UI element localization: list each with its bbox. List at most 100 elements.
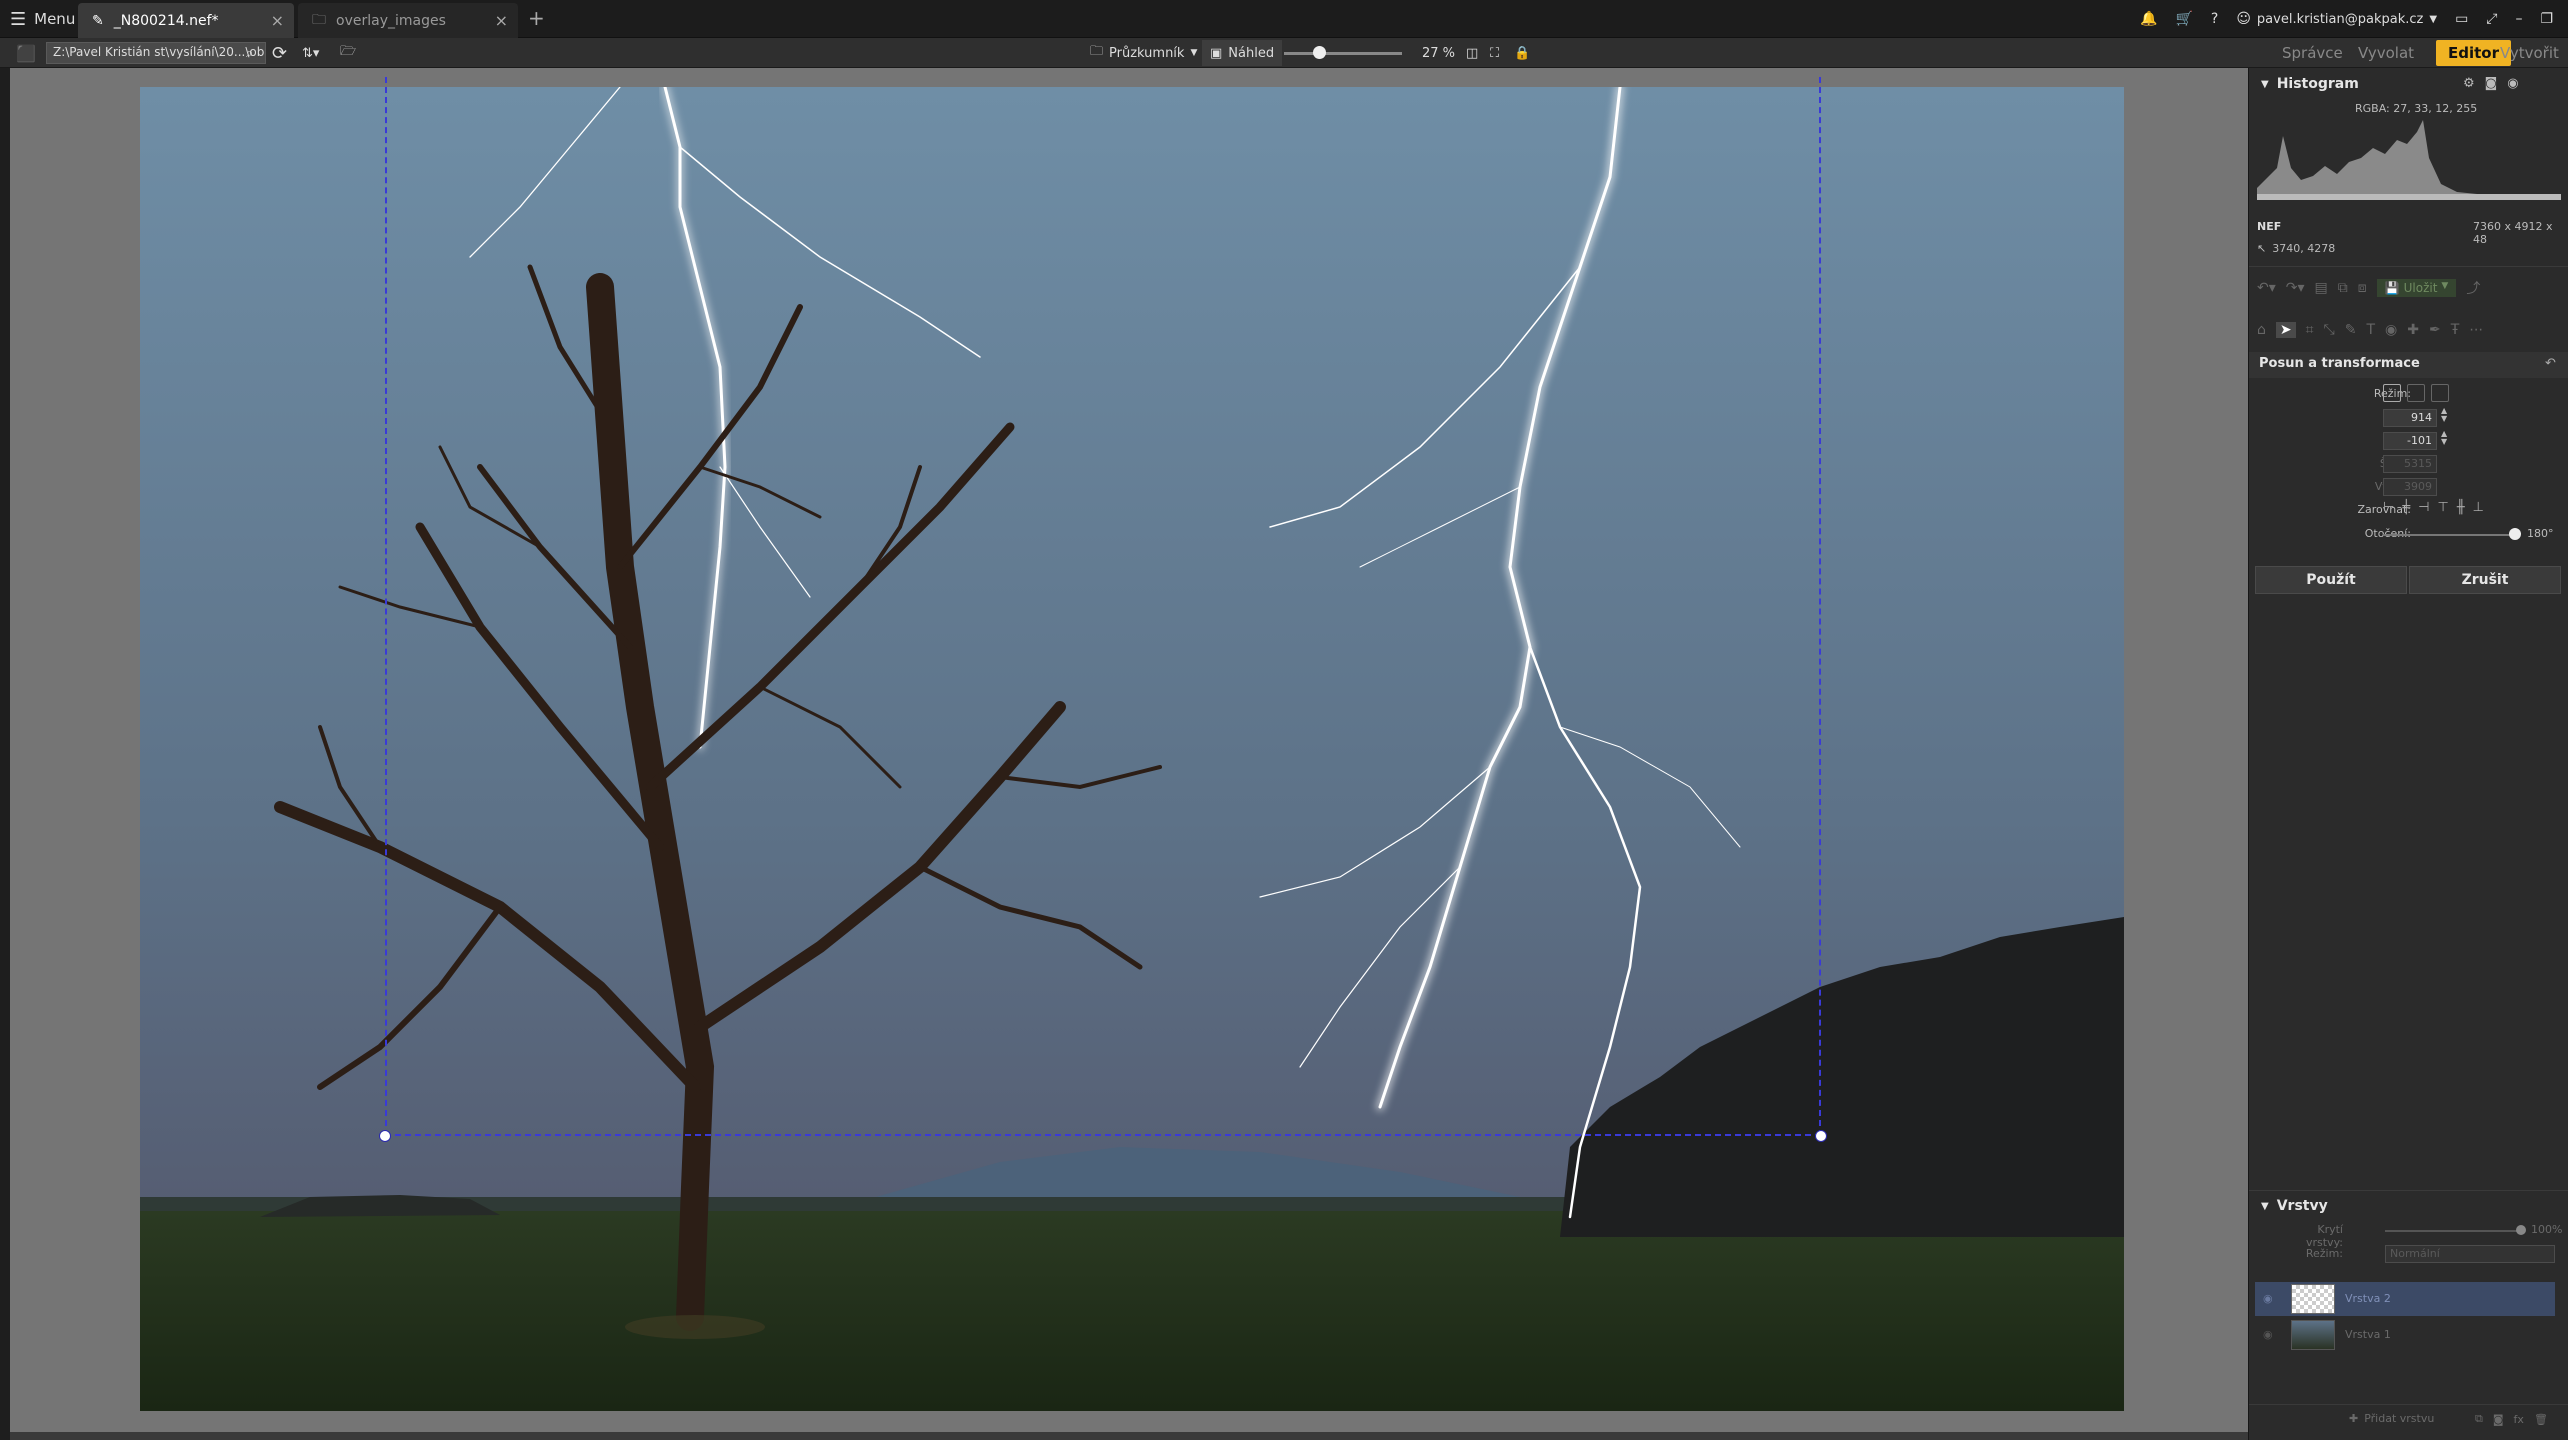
histogram-options-icon[interactable]: ⚙	[2463, 76, 2475, 91]
more-tools-icon[interactable]: ⋯	[2469, 322, 2483, 338]
layers-copy-icon[interactable]: ⧉	[2338, 280, 2348, 296]
transform-selection[interactable]	[385, 77, 1821, 1136]
refresh-icon[interactable]: ⟳	[272, 40, 287, 66]
select-tool-icon[interactable]: ➤	[2275, 322, 2296, 338]
heal-tool-icon[interactable]: ✚	[2407, 322, 2419, 338]
crop-tool-icon[interactable]: ⌗	[2306, 322, 2314, 338]
layers-paste-icon[interactable]: ⧈	[2358, 280, 2367, 296]
help-icon[interactable]: ?	[2211, 11, 2218, 27]
tab-label: overlay_images	[336, 12, 446, 29]
sort-icon[interactable]: ⇅▾	[302, 40, 319, 66]
redo-icon[interactable]: ↷▾	[2286, 280, 2305, 296]
cancel-button[interactable]: Zrušit	[2409, 566, 2561, 594]
histogram-chart	[2257, 120, 2561, 200]
mode-perspective-icon[interactable]	[2431, 384, 2449, 402]
fit-1to1-icon[interactable]: ◫	[1466, 40, 1478, 66]
undo-icon[interactable]: ↶▾	[2257, 280, 2276, 296]
bell-icon[interactable]: 🔔	[2140, 11, 2157, 27]
tab-overlay-images[interactable]: 🗀 overlay_images ×	[298, 3, 518, 38]
folder-icon: 🗀	[312, 11, 326, 28]
eye-icon[interactable]: ◉	[2263, 1328, 2273, 1341]
layer-mode-select[interactable]: Normální	[2385, 1245, 2555, 1263]
collapse-icon: ▼	[2261, 78, 2269, 90]
layers-header[interactable]: ▼ Vrstvy	[2261, 1198, 2328, 1214]
trash-icon[interactable]: 🗑	[2534, 1413, 2548, 1426]
new-tab-icon[interactable]: +	[528, 6, 545, 30]
monitor-icon[interactable]: ▭	[2455, 11, 2468, 27]
apply-button[interactable]: Použít	[2255, 566, 2407, 594]
brush-tool-icon[interactable]: ✎	[2345, 322, 2357, 338]
user-button[interactable]: ☺ pavel.kristian@pakpak.cz ▼	[2236, 11, 2437, 27]
layers-title: Vrstvy	[2276, 1198, 2328, 1214]
preview-label: Náhled	[1228, 45, 1275, 61]
mode-vytvorit[interactable]: Vytvořit	[2500, 40, 2559, 66]
chevron-down-icon: ▼	[2429, 13, 2438, 25]
info-icon[interactable]: ◉	[2507, 76, 2518, 91]
add-layer-button[interactable]: ✚ Přidat vrstvu	[2349, 1412, 2434, 1425]
type-tool-icon[interactable]: Ŧ	[2451, 322, 2460, 338]
reset-icon[interactable]: ↶	[2545, 356, 2556, 371]
transform-tool-icon[interactable]: ⤡	[2324, 322, 2335, 338]
mode-move-icon[interactable]	[2383, 384, 2401, 402]
align-bottom-icon[interactable]: ⊥	[2473, 500, 2484, 515]
mask-icon[interactable]: ◙	[2493, 1413, 2504, 1426]
mode-vyvolat[interactable]: Vyvolat	[2358, 40, 2414, 66]
duplicate-layer-icon[interactable]: ⧉	[2475, 1412, 2483, 1426]
eye-tool-icon[interactable]: ◉	[2385, 322, 2397, 338]
home-icon[interactable]: ⌂	[2257, 322, 2266, 338]
user-icon: ☺	[2236, 11, 2251, 27]
lock-icon[interactable]: 🔒	[1514, 40, 1530, 66]
text-tool-icon[interactable]: T	[2366, 322, 2375, 338]
y-stepper-icon[interactable]: ▲ ▼	[2441, 430, 2447, 446]
save-button[interactable]: 💾 Uložit ▼	[2376, 279, 2457, 297]
fit-screen-icon[interactable]: ⛶	[1490, 40, 1499, 66]
opacity-slider-handle[interactable]	[2516, 1225, 2526, 1235]
transform-handle-bottom-right[interactable]	[1815, 1130, 1827, 1142]
opacity-label: Krytí vrstvy:	[2305, 1223, 2343, 1249]
menu-button[interactable]: ☰ Menu	[10, 6, 75, 32]
chevron-down-icon: ▼	[2441, 281, 2449, 291]
camera-icon[interactable]: ◙	[2485, 76, 2498, 91]
fx-icon[interactable]: fx	[2514, 1413, 2524, 1426]
path-input[interactable]: Z:\Pavel Kristián st\vysílání\20...\obr	[46, 42, 266, 64]
height-input[interactable]: 3909	[2383, 478, 2437, 496]
pen-tool-icon[interactable]: ✒	[2429, 322, 2441, 338]
align-right-icon[interactable]: ⊣	[2418, 500, 2429, 515]
align-top-icon[interactable]: ⊤	[2437, 500, 2448, 515]
rotate-slider-track[interactable]	[2383, 534, 2515, 536]
x-stepper-icon[interactable]: ▲ ▼	[2441, 407, 2447, 423]
history-icon[interactable]: ▤	[2315, 280, 2328, 296]
histogram-header[interactable]: ▼ Histogram	[2261, 76, 2359, 92]
align-center-v-icon[interactable]: ╫	[2457, 500, 2465, 515]
preview-button[interactable]: ▣ Náhled	[1202, 40, 1283, 66]
zoom-slider-track[interactable]	[1284, 52, 1402, 55]
edit-icon: ✎	[92, 12, 104, 29]
layer-thumbnail	[2291, 1284, 2335, 1314]
bookmark-icon[interactable]: ⬛	[16, 44, 36, 63]
width-input[interactable]: 5315	[2383, 455, 2437, 473]
eye-icon[interactable]: ◉	[2263, 1292, 2273, 1305]
folder-add-icon[interactable]: 🗁	[340, 40, 356, 66]
save-icon: 💾	[2384, 281, 2400, 295]
opacity-slider-track[interactable]	[2385, 1230, 2521, 1232]
minimize-icon[interactable]: –	[2516, 11, 2523, 27]
search-icon[interactable]: ⌕	[246, 40, 253, 66]
close-tab-icon[interactable]: ×	[495, 11, 508, 30]
chevron-down-icon: ▼	[1190, 48, 1198, 58]
x-input[interactable]: 914	[2383, 409, 2437, 427]
rotate-slider-handle[interactable]	[2509, 528, 2521, 540]
mode-scale-icon[interactable]	[2407, 384, 2425, 402]
tab-document[interactable]: ✎ _N800214.nef* ×	[78, 3, 294, 38]
transform-handle-bottom-left[interactable]	[379, 1130, 391, 1142]
zoom-slider-handle[interactable]	[1312, 46, 1326, 59]
close-tab-icon[interactable]: ×	[271, 11, 284, 30]
explorer-button[interactable]: 🗀 Průzkumník ▼	[1090, 40, 1197, 66]
align-left-icon[interactable]: ⊢	[2383, 500, 2394, 515]
share-icon[interactable]: ⤴	[2466, 278, 2480, 298]
align-center-h-icon[interactable]: ╪	[2402, 500, 2410, 515]
mode-spravce[interactable]: Správce	[2282, 40, 2343, 66]
cart-icon[interactable]: 🛒	[2175, 11, 2192, 27]
y-input[interactable]: -101	[2383, 432, 2437, 450]
restore-icon[interactable]: ❐	[2541, 11, 2554, 27]
fullscreen-icon[interactable]: ⤢	[2486, 11, 2497, 27]
